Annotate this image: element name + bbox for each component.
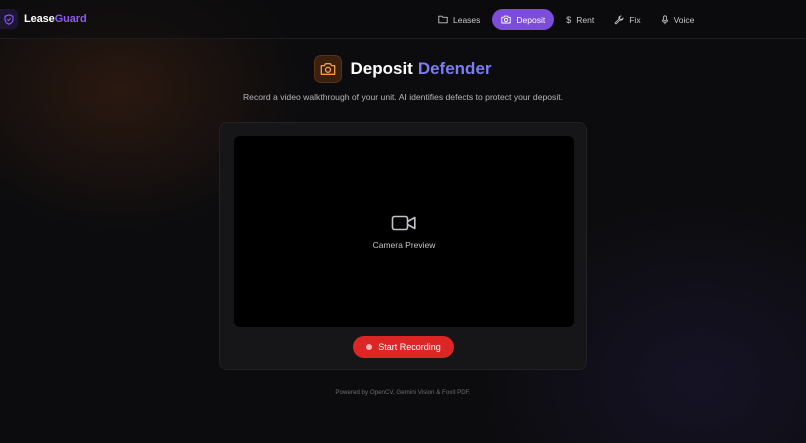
page-subtitle: Record a video walkthrough of your unit.… — [242, 92, 564, 102]
nav-item-label: Leases — [453, 14, 481, 25]
camera-icon — [314, 55, 343, 83]
nav-item-rent[interactable]: $ Rent — [558, 9, 602, 30]
page-title: Deposit Defender — [0, 55, 806, 83]
start-recording-label: Start Recording — [378, 342, 441, 352]
start-recording-button[interactable]: Start Recording — [353, 336, 454, 358]
brand-name: LeaseGuard — [24, 13, 87, 25]
camera-preview-label: Camera Preview — [372, 239, 436, 250]
page-title-part2: Defender — [417, 59, 492, 78]
mic-icon — [661, 14, 668, 24]
folder-icon — [438, 15, 448, 24]
nav-item-label: Rent — [576, 14, 595, 25]
brand-name-part2: Guard — [54, 13, 87, 25]
record-dot-icon — [366, 344, 373, 350]
nav-item-label: Deposit — [516, 14, 546, 25]
nav-item-deposit[interactable]: Deposit — [492, 9, 555, 30]
brand[interactable]: LeaseGuard — [0, 9, 87, 29]
nav-item-leases[interactable]: Leases — [430, 9, 488, 30]
camera-preview: Camera Preview — [234, 136, 574, 327]
top-navbar: LeaseGuard Leases Deposit $ Rent Fix Voi… — [0, 0, 806, 39]
brand-name-part1: Lease — [24, 13, 55, 25]
dollar-icon: $ — [566, 14, 572, 25]
video-camera-icon — [391, 215, 416, 230]
nav-item-fix[interactable]: Fix — [606, 9, 648, 30]
camera-icon — [501, 15, 512, 24]
recorder-card: Camera Preview Start Recording — [219, 122, 587, 370]
footer-credits: Powered by OpenCV, Gemini Vision & Foxit… — [335, 389, 471, 396]
wrench-icon — [614, 14, 624, 25]
page-title-part1: Deposit — [350, 59, 413, 78]
shield-icon — [0, 9, 18, 29]
nav-item-label: Voice — [673, 14, 695, 25]
nav-item-voice[interactable]: Voice — [653, 9, 703, 30]
nav-item-label: Fix — [629, 14, 641, 25]
main-nav: Leases Deposit $ Rent Fix Voice — [430, 9, 702, 30]
